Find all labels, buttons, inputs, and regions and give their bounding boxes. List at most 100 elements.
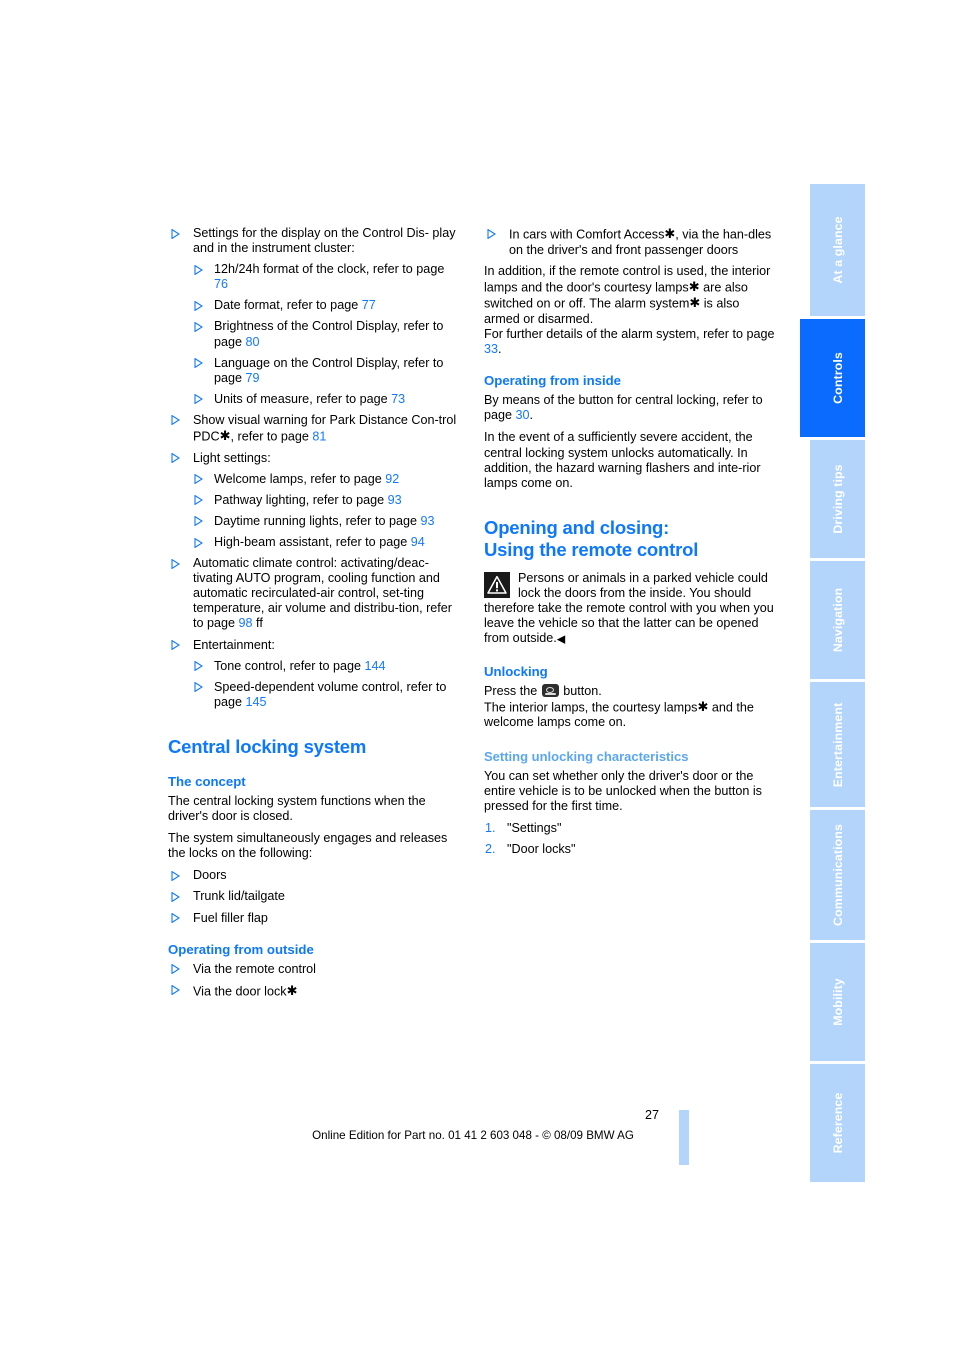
unlock-base-shape bbox=[544, 693, 556, 696]
step-number: 1. bbox=[485, 820, 496, 835]
footer-text: Online Edition for Part no. 01 41 2 603 … bbox=[312, 1129, 634, 1142]
list-item-text: Units of measure, refer to page bbox=[214, 391, 392, 406]
page-reference[interactable]: 76 bbox=[214, 277, 228, 291]
list-item: Doors bbox=[168, 868, 460, 883]
list-item-text: Via the remote control bbox=[193, 961, 316, 976]
page-reference-suffix: ff bbox=[252, 616, 263, 631]
tab-label: Driving tips bbox=[830, 464, 845, 534]
list-item-text: Date format, refer to page bbox=[214, 298, 362, 313]
page-reference[interactable]: 93 bbox=[421, 514, 435, 528]
page-reference[interactable]: 80 bbox=[246, 335, 260, 349]
subheading-setting-unlocking-characteristics: Setting unlocking characteristics bbox=[484, 748, 689, 764]
page-reference[interactable]: 98 bbox=[239, 616, 253, 630]
tab-label: Communications bbox=[830, 824, 845, 926]
tab-entertainment[interactable]: Entertainment bbox=[810, 682, 865, 807]
list-item-text: Fuel filler flap bbox=[193, 910, 268, 925]
list-item: 12h/24h format of the clock, refer to pa… bbox=[168, 262, 460, 292]
optional-equipment-asterisk: ✱ bbox=[689, 295, 701, 311]
list-item: In cars with Comfort Access✱, via the ha… bbox=[484, 226, 776, 258]
inside-p1-period: . bbox=[529, 408, 534, 423]
page-reference[interactable]: 144 bbox=[365, 659, 386, 673]
section-heading-central-locking: Central locking system bbox=[168, 735, 367, 757]
tab-mobility[interactable]: Mobility bbox=[810, 943, 865, 1061]
step-label: "Door locks" bbox=[507, 841, 576, 856]
alarm-ref-text: For further details of the alarm system,… bbox=[484, 327, 775, 342]
list-item: Settings for the display on the Control … bbox=[168, 226, 460, 256]
page-reference[interactable]: 33 bbox=[484, 342, 498, 356]
page-reference[interactable]: 145 bbox=[246, 695, 267, 709]
page-reference[interactable]: 73 bbox=[391, 392, 405, 406]
optional-equipment-asterisk: ✱ bbox=[219, 428, 231, 444]
page-reference[interactable]: 92 bbox=[385, 472, 399, 486]
tab-communications[interactable]: Communications bbox=[810, 810, 865, 940]
tab-label: Navigation bbox=[830, 587, 845, 653]
page-reference[interactable]: 94 bbox=[411, 535, 425, 549]
list-item-text: Tone control, refer to page bbox=[214, 658, 365, 673]
list-item-text: Doors bbox=[193, 868, 227, 883]
optional-equipment-asterisk: ✱ bbox=[664, 226, 676, 241]
warning-text-body: Persons or animals in a parked vehicle c… bbox=[484, 571, 776, 648]
list-item: 2. "Door locks" bbox=[484, 842, 776, 857]
right-text-column: In cars with Comfort Access✱, via the ha… bbox=[484, 226, 776, 863]
list-item: Language on the Control Display, refer t… bbox=[168, 356, 460, 386]
inside-paragraph-2: In the event of a sufficiently severe ac… bbox=[484, 430, 761, 490]
unlock-lamps-a: The interior lamps, the courtesy lamps bbox=[484, 700, 698, 715]
page-reference[interactable]: 93 bbox=[388, 493, 402, 507]
tab-controls[interactable]: Controls bbox=[800, 319, 865, 437]
list-item: Fuel filler flap bbox=[168, 911, 460, 926]
chapter-tab-rail: At a glance Controls Driving tips Naviga… bbox=[800, 184, 865, 1182]
list-item: Brightness of the Control Display, refer… bbox=[168, 319, 460, 349]
step-number: 2. bbox=[485, 841, 496, 856]
left-text-column: Settings for the display on the Control … bbox=[168, 226, 460, 1005]
list-item: Light settings: bbox=[168, 451, 460, 466]
tab-driving-tips[interactable]: Driving tips bbox=[810, 440, 865, 558]
page-reference[interactable]: 30 bbox=[516, 408, 530, 422]
tab-label: At a glance bbox=[830, 216, 845, 284]
warning-triangle-icon bbox=[484, 571, 510, 598]
step-label: "Settings" bbox=[507, 820, 562, 835]
list-item: Speed-dependent volume control, refer to… bbox=[168, 680, 460, 710]
inside-paragraph-1: By means of the button for central locki… bbox=[484, 393, 776, 423]
list-item: 1. "Settings" bbox=[484, 821, 776, 836]
list-item-text: Daytime running lights, refer to page bbox=[214, 513, 421, 528]
list-item-text: High-beam assistant, refer to page bbox=[214, 535, 411, 549]
list-item-text: Settings for the display on the Control … bbox=[193, 226, 429, 240]
unlock-press-pre: Press the bbox=[484, 683, 541, 698]
end-of-notice-marker: ◀ bbox=[556, 633, 566, 646]
list-item: High-beam assistant, refer to page 94 bbox=[168, 535, 460, 550]
list-item-text: Entertainment: bbox=[193, 637, 275, 652]
tab-at-a-glance[interactable]: At a glance bbox=[810, 184, 865, 316]
list-item-text-cont: , refer to page bbox=[230, 429, 313, 444]
subheading-operating-from-inside: Operating from inside bbox=[484, 373, 622, 389]
tab-reference[interactable]: Reference bbox=[810, 1064, 865, 1182]
list-item: Entertainment: bbox=[168, 638, 460, 653]
unlock-instruction: Press the button. bbox=[484, 683, 776, 699]
warning-text: Persons or animals in a parked vehicle c… bbox=[484, 570, 774, 646]
page-number: 27 bbox=[645, 1108, 660, 1122]
list-item: Trunk lid/tailgate bbox=[168, 889, 460, 904]
list-item: Via the door lock✱ bbox=[168, 983, 460, 1000]
list-item-text: Welcome lamps, refer to page bbox=[214, 471, 386, 486]
list-item: Welcome lamps, refer to page 92 bbox=[168, 472, 460, 487]
list-item-text: Trunk lid/tailgate bbox=[193, 889, 285, 904]
unlock-press-post: button. bbox=[559, 683, 602, 698]
list-item: Pathway lighting, refer to page 93 bbox=[168, 493, 460, 508]
optional-equipment-asterisk: ✱ bbox=[286, 982, 298, 998]
tab-navigation[interactable]: Navigation bbox=[810, 561, 865, 679]
unlock-lamps-paragraph: The interior lamps, the courtesy lamps✱ … bbox=[484, 699, 776, 731]
list-item: Tone control, refer to page 144 bbox=[168, 659, 460, 674]
tab-label: Controls bbox=[830, 352, 845, 404]
concept-paragraph-2: The system simultaneously engages and re… bbox=[168, 831, 448, 861]
optional-equipment-asterisk: ✱ bbox=[688, 278, 700, 294]
page-reference[interactable]: 81 bbox=[312, 430, 326, 444]
list-item: Units of measure, refer to page 73 bbox=[168, 392, 460, 407]
alarm-reference-paragraph: For further details of the alarm system,… bbox=[484, 327, 776, 357]
unlock-remote-button-icon bbox=[541, 683, 559, 697]
concept-paragraph-1: The central locking system functions whe… bbox=[168, 793, 426, 824]
page-reference[interactable]: 79 bbox=[246, 371, 260, 385]
list-item-text: Automatic climate control: activating/de… bbox=[193, 556, 452, 631]
list-item: Via the remote control bbox=[168, 962, 460, 977]
page-reference[interactable]: 77 bbox=[362, 298, 376, 312]
list-item-text: Light settings: bbox=[193, 450, 271, 465]
tab-label: Entertainment bbox=[830, 702, 845, 787]
